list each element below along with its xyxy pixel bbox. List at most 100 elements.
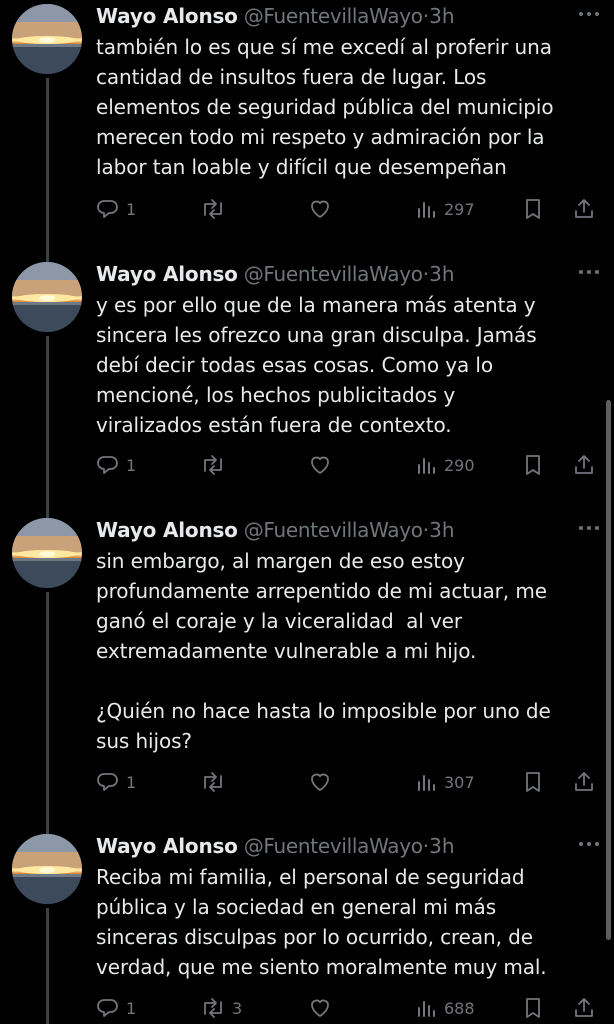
- retweet-button[interactable]: [200, 450, 232, 480]
- tweet-text: sin embargo, al margen de eso estoy prof…: [96, 549, 551, 753]
- like-icon: [308, 770, 332, 794]
- reply-count: 1: [126, 455, 137, 475]
- share-button[interactable]: [572, 767, 596, 797]
- timeline-feed: Wayo Alonso @FuentevillaWayo·3h también l…: [0, 0, 614, 1024]
- tweet-time[interactable]: 3h: [429, 4, 454, 28]
- author-name[interactable]: Wayo Alonso: [96, 4, 238, 28]
- sunset-avatar-image: [12, 262, 82, 332]
- tweet-header: Wayo Alonso @FuentevillaWayo·3h: [96, 832, 455, 860]
- tweet-text: Reciba mi familia, el personal de seguri…: [96, 865, 547, 979]
- avatar[interactable]: [12, 4, 82, 74]
- like-icon: [308, 996, 332, 1020]
- bookmark-button[interactable]: [522, 194, 544, 224]
- retweet-icon: [200, 197, 226, 221]
- scrollbar[interactable]: [606, 400, 611, 940]
- reply-button[interactable]: 1: [96, 993, 136, 1023]
- thread-line: [46, 908, 49, 1024]
- reply-count: 1: [126, 772, 137, 792]
- author-name[interactable]: Wayo Alonso: [96, 262, 238, 286]
- author-handle[interactable]: @FuentevillaWayo: [244, 834, 423, 858]
- author-name[interactable]: Wayo Alonso: [96, 518, 238, 542]
- author-handle[interactable]: @FuentevillaWayo: [244, 262, 423, 286]
- sunset-avatar-image: [12, 4, 82, 74]
- views-icon: [416, 770, 438, 794]
- tweet[interactable]: Wayo Alonso @FuentevillaWayo·3h también l…: [0, 0, 614, 264]
- retweet-icon: [200, 996, 226, 1020]
- share-button[interactable]: [572, 450, 596, 480]
- tweet-actions: 1 307: [96, 767, 606, 797]
- views-button[interactable]: 307: [416, 767, 475, 797]
- retweet-count: 3: [232, 998, 243, 1018]
- sunset-avatar-image: [12, 518, 82, 588]
- reply-icon: [96, 770, 120, 794]
- tweet[interactable]: Wayo Alonso @FuentevillaWayo·3h sin embar…: [0, 514, 614, 836]
- views-icon: [416, 996, 438, 1020]
- author-handle[interactable]: @FuentevillaWayo: [244, 518, 423, 542]
- like-button[interactable]: [308, 450, 338, 480]
- share-icon: [572, 770, 596, 794]
- reply-button[interactable]: 1: [96, 767, 136, 797]
- views-icon: [416, 197, 438, 221]
- share-button[interactable]: [572, 993, 596, 1023]
- retweet-button[interactable]: 3: [200, 993, 242, 1023]
- views-count: 688: [444, 998, 475, 1018]
- share-icon: [572, 996, 596, 1020]
- like-icon: [308, 197, 332, 221]
- like-button[interactable]: [308, 767, 338, 797]
- tweet-actions: 1 3 688: [96, 993, 606, 1023]
- bookmark-icon: [522, 197, 544, 221]
- bookmark-button[interactable]: [522, 767, 544, 797]
- share-button[interactable]: [572, 194, 596, 224]
- like-icon: [308, 453, 332, 477]
- tweet-text: también lo es que sí me excedí al profer…: [96, 35, 554, 179]
- tweet-actions: 1 297: [96, 194, 606, 224]
- share-icon: [572, 453, 596, 477]
- tweet-header: Wayo Alonso @FuentevillaWayo·3h: [96, 2, 455, 30]
- like-button[interactable]: [308, 194, 338, 224]
- tweet-time[interactable]: 3h: [429, 262, 454, 286]
- bookmark-icon: [522, 453, 544, 477]
- tweet-time[interactable]: 3h: [429, 834, 454, 858]
- avatar[interactable]: [12, 262, 82, 332]
- reply-button[interactable]: 1: [96, 450, 136, 480]
- thread-line: [46, 78, 49, 264]
- reply-icon: [96, 197, 120, 221]
- author-handle[interactable]: @FuentevillaWayo: [244, 4, 423, 28]
- views-button[interactable]: 297: [416, 194, 475, 224]
- tweet-header: Wayo Alonso @FuentevillaWayo·3h: [96, 516, 455, 544]
- reply-count: 1: [126, 199, 137, 219]
- retweet-button[interactable]: [200, 194, 232, 224]
- author-name[interactable]: Wayo Alonso: [96, 834, 238, 858]
- more-icon[interactable]: [576, 262, 602, 282]
- tweet[interactable]: Wayo Alonso @FuentevillaWayo·3h Reciba mi…: [0, 830, 614, 1024]
- more-icon[interactable]: [576, 4, 602, 24]
- views-count: 297: [444, 199, 475, 219]
- retweet-icon: [200, 770, 226, 794]
- views-count: 290: [444, 455, 475, 475]
- avatar[interactable]: [12, 518, 82, 588]
- views-button[interactable]: 688: [416, 993, 475, 1023]
- more-icon[interactable]: [576, 834, 602, 854]
- tweet-text: y es por ello que de la manera más atent…: [96, 293, 537, 437]
- like-button[interactable]: [308, 993, 338, 1023]
- bookmark-button[interactable]: [522, 993, 544, 1023]
- tweet-actions: 1 290: [96, 450, 606, 480]
- reply-icon: [96, 453, 120, 477]
- reply-count: 1: [126, 998, 137, 1018]
- bookmark-icon: [522, 996, 544, 1020]
- thread-line: [46, 592, 49, 836]
- reply-icon: [96, 996, 120, 1020]
- retweet-button[interactable]: [200, 767, 232, 797]
- bookmark-icon: [522, 770, 544, 794]
- tweet-time[interactable]: 3h: [429, 518, 454, 542]
- thread-line: [46, 336, 49, 520]
- sunset-avatar-image: [12, 834, 82, 904]
- avatar[interactable]: [12, 834, 82, 904]
- views-icon: [416, 453, 438, 477]
- more-icon[interactable]: [576, 518, 602, 538]
- bookmark-button[interactable]: [522, 450, 544, 480]
- tweet[interactable]: Wayo Alonso @FuentevillaWayo·3h y es por …: [0, 258, 614, 520]
- reply-button[interactable]: 1: [96, 194, 136, 224]
- views-button[interactable]: 290: [416, 450, 475, 480]
- tweet-header: Wayo Alonso @FuentevillaWayo·3h: [96, 260, 455, 288]
